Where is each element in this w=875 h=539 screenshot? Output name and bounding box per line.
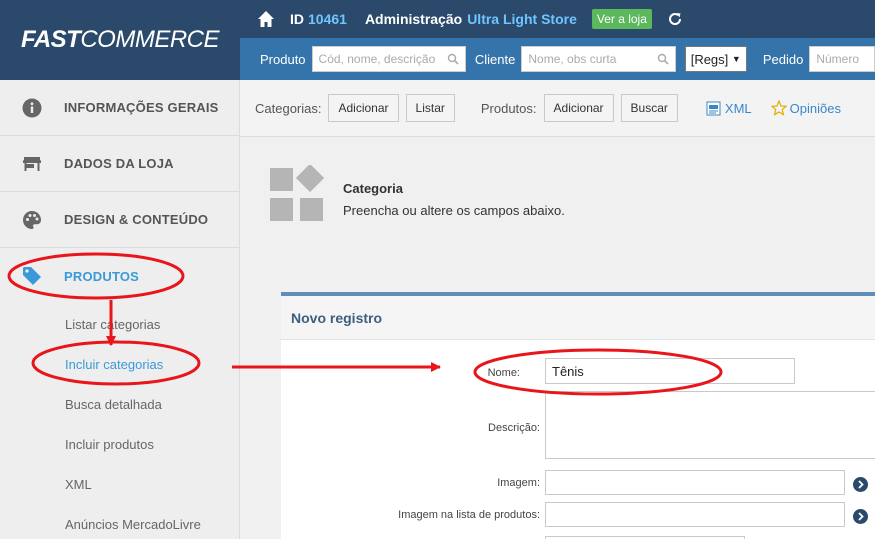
star-icon — [770, 100, 787, 116]
action-bar: Categorias: Adicionar Listar Produtos: A… — [240, 80, 875, 137]
refresh-icon[interactable] — [667, 11, 683, 27]
add-category-button[interactable]: Adicionar — [328, 94, 399, 122]
categorias-label: Categorias: — [255, 100, 322, 116]
sidebar-subitem-incluir-produtos[interactable]: Incluir produtos — [0, 424, 239, 464]
imagem-lista-input[interactable] — [545, 502, 845, 527]
sidebar-item-label: PRODUTOS — [64, 268, 140, 284]
sidebar-item-informacoes-gerais[interactable]: INFORMAÇÕES GERAIS — [0, 80, 239, 136]
reviews-link-label: Opiniões — [789, 100, 841, 116]
panel-title: Novo registro — [281, 296, 875, 340]
xml-icon — [706, 101, 721, 115]
sidebar-item-label: INFORMAÇÕES GERAIS — [64, 100, 219, 115]
id-value: 10461 — [308, 11, 347, 27]
page-header: Categoria Preencha ou altere os campos a… — [270, 165, 565, 222]
fastcommerce-logo[interactable]: FASTCOMMERCE — [0, 0, 240, 80]
tag-icon — [23, 267, 41, 285]
page-title: Categoria — [343, 181, 403, 196]
produtos-label: Produtos: — [480, 100, 537, 116]
page-subtitle: Preencha ou altere os campos abaixo. — [343, 203, 565, 218]
sidebar-subitem-anuncios-mercadolivre[interactable]: Anúncios MercadoLivre — [0, 504, 239, 539]
pedido-search-label: Pedido — [762, 51, 804, 67]
sidebar-subitem-busca-detalhada[interactable]: Busca detalhada — [0, 384, 239, 424]
produto-search-placeholder: Cód, nome, descrição — [318, 52, 436, 66]
search-bar: Produto Cód, nome, descrição Cliente Nom… — [240, 38, 875, 80]
top-header: ID 10461 Administração Ultra Light Store… — [240, 0, 875, 38]
image-select-arrow-icon[interactable] — [853, 477, 868, 492]
imagem-label: Imagem: — [497, 477, 540, 489]
imagem-input[interactable] — [545, 470, 845, 495]
sidebar-item-label: DADOS DA LOJA — [64, 156, 174, 171]
caret-down-icon: ▼ — [731, 54, 741, 64]
admin-label: Administração — [364, 11, 463, 27]
regs-select[interactable]: [Regs] ▼ — [684, 46, 747, 72]
imagem-lista-label: Imagem na lista de produtos: — [398, 509, 540, 521]
nome-input[interactable]: Tênis — [545, 358, 795, 384]
sidebar-subitem-listar-categorias[interactable]: Listar categorias — [0, 304, 239, 344]
descricao-label: Descrição: — [488, 422, 540, 434]
produto-search-input[interactable]: Cód, nome, descrição — [311, 46, 466, 72]
sidebar-item-design-conteudo[interactable]: DESIGN & CONTEÚDO — [0, 192, 239, 248]
cliente-search-placeholder: Nome, obs curta — [528, 52, 617, 66]
search-icon[interactable] — [447, 53, 459, 65]
store-name[interactable]: Ultra Light Store — [467, 11, 577, 27]
reviews-link[interactable]: Opiniões — [770, 100, 841, 116]
info-icon — [22, 98, 42, 117]
cliente-search-label: Cliente — [474, 51, 516, 67]
search-icon[interactable] — [657, 53, 669, 65]
store-icon — [23, 156, 41, 171]
sidebar-item-label: DESIGN & CONTEÚDO — [64, 212, 209, 227]
add-product-button[interactable]: Adicionar — [543, 94, 614, 122]
palette-icon — [23, 210, 42, 229]
regs-select-value: [Regs] — [690, 51, 729, 67]
logo-fast: FAST — [20, 26, 81, 53]
pedido-search-placeholder: Número — [816, 52, 859, 66]
home-icon[interactable] — [257, 10, 275, 28]
sidebar-subitem-incluir-categorias[interactable]: Incluir categorias — [0, 344, 239, 384]
form-panel: Novo registro Nome: Tênis Descrição: Ima… — [281, 292, 875, 539]
xml-link-label: XML — [724, 100, 752, 116]
sidebar-item-dados-da-loja[interactable]: DADOS DA LOJA — [0, 136, 239, 192]
pedido-search-input[interactable]: Número — [809, 46, 875, 72]
sidebar: INFORMAÇÕES GERAIS DADOS DA LOJA DESIGN … — [0, 80, 240, 539]
nome-label: Nome: — [487, 367, 520, 379]
nome-input-value: Tênis — [552, 363, 584, 379]
category-icon — [270, 165, 325, 221]
list-categories-button[interactable]: Listar — [405, 94, 455, 122]
main-content: Categoria Preencha ou altere os campos a… — [240, 137, 875, 539]
produto-search-label: Produto — [260, 51, 306, 67]
id-label: ID — [290, 11, 304, 27]
view-store-button[interactable]: Ver a loja — [591, 9, 652, 29]
sidebar-item-produtos[interactable]: PRODUTOS — [0, 248, 239, 304]
image-list-select-arrow-icon[interactable] — [853, 509, 868, 524]
descricao-textarea[interactable] — [545, 391, 875, 459]
search-products-button[interactable]: Buscar — [620, 94, 678, 122]
logo-commerce: COMMERCE — [80, 26, 219, 53]
xml-link[interactable]: XML — [706, 101, 752, 116]
sidebar-subitem-xml[interactable]: XML — [0, 464, 239, 504]
cliente-search-input[interactable]: Nome, obs curta — [521, 46, 676, 72]
